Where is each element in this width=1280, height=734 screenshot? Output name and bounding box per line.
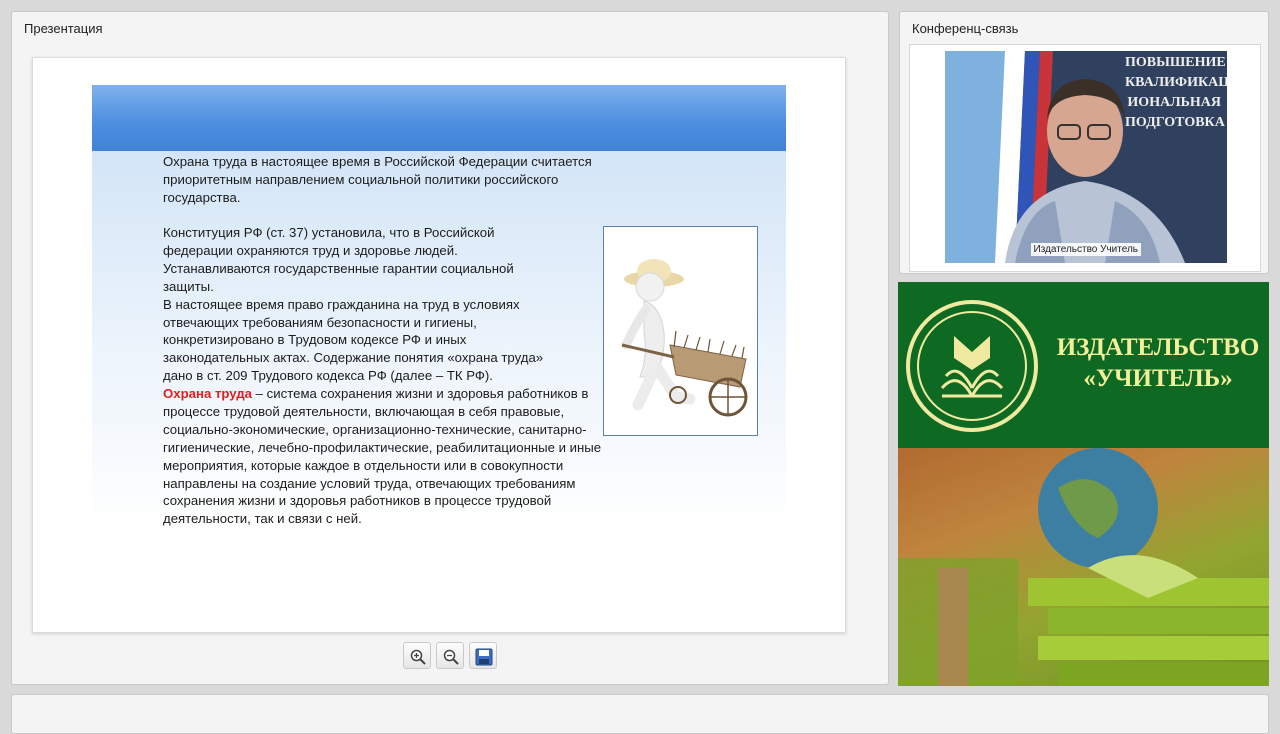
save-button[interactable] <box>469 642 497 669</box>
slide-line: дано в ст. 209 Трудового кодекса РФ (дал… <box>163 368 493 384</box>
publisher-logo-icon <box>906 300 1038 432</box>
slide-viewer[interactable]: Охрана труда в настоящее время в Российс… <box>32 57 846 633</box>
slide-line: защиты. <box>163 278 214 294</box>
publisher-name-line-2: «УЧИТЕЛЬ» <box>1083 365 1233 392</box>
publisher-name: ИЗДАТЕЛЬСТВО «УЧИТЕЛЬ» <box>1043 332 1269 394</box>
speaker-name-label: Издательство Учитель <box>1030 243 1141 256</box>
zoom-in-button[interactable] <box>403 642 431 669</box>
floppy-disk-icon <box>475 648 493 666</box>
slide-line: федерации охраняются труд и здоровье люд… <box>163 242 458 258</box>
presentation-panel-title: Презентация <box>24 21 103 36</box>
backdrop-line: ИОНАЛЬНАЯ <box>1127 95 1221 110</box>
backdrop-line: ПОДГОТОВКА <box>1125 115 1225 130</box>
slide-line: В настоящее время право гражданина на тр… <box>163 296 520 312</box>
zoom-in-icon <box>410 649 426 665</box>
conference-panel: Конференц-связь ПОВЫШЕНИЕ КВАЛИФИКА ИОНА… <box>899 11 1269 274</box>
zoom-out-icon <box>443 649 459 665</box>
video-container[interactable]: ПОВЫШЕНИЕ КВАЛИФИКАЦИИ ИОНАЛЬНАЯ ПОДГОТО… <box>909 44 1261 272</box>
video-backdrop-text: ПОВЫШЕНИЕ КВАЛИФИКАЦИИ ИОНАЛЬНАЯ ПОДГОТО… <box>1125 53 1227 133</box>
slide-line: законодательных актах. Содержание поняти… <box>163 350 544 366</box>
publisher-banner: ИЗДАТЕЛЬСТВО «УЧИТЕЛЬ» <box>898 282 1269 686</box>
publisher-banner-header: ИЗДАТЕЛЬСТВО «УЧИТЕЛЬ» <box>898 282 1269 448</box>
zoom-out-button[interactable] <box>436 642 464 669</box>
presentation-panel: Презентация Охрана труда в настоящее вре… <box>11 11 889 685</box>
books-and-globe-image <box>898 448 1269 686</box>
worker-with-cart-illustration <box>603 226 758 436</box>
worker-cart-icon <box>621 259 748 417</box>
publisher-banner-image <box>898 448 1269 686</box>
definition-term: Охрана труда <box>163 386 252 401</box>
slide: Охрана труда в настоящее время в Российс… <box>92 85 786 585</box>
slide-line: Устанавливаются государственные гарантии… <box>163 260 514 276</box>
publisher-name-line-1: ИЗДАТЕЛЬСТВО <box>1056 334 1260 361</box>
backdrop-line: КВАЛИФИКАЦИИ <box>1125 75 1227 90</box>
speaker-video: ПОВЫШЕНИЕ КВАЛИФИКАЦИИ ИОНАЛЬНАЯ ПОДГОТО… <box>945 51 1227 263</box>
slide-line: Конституция РФ (ст. 37) установила, что … <box>163 225 495 240</box>
slide-toolbar <box>403 642 503 670</box>
bottom-panel <box>11 694 1269 734</box>
slide-paragraph-constitution: Конституция РФ (ст. 37) установила, что … <box>163 224 603 385</box>
definition-text: – система сохранения жизни и здоровья ра… <box>163 386 602 527</box>
slide-line: отвечающих требованиям безопасности и ги… <box>163 314 477 330</box>
conference-panel-title: Конференц-связь <box>912 21 1019 36</box>
slide-header-bar <box>92 85 786 151</box>
slide-line: конкретизировано в Трудовом кодексе РФ и… <box>163 332 467 348</box>
slide-paragraph-definition: Охрана труда – система сохранения жизни … <box>163 385 608 528</box>
backdrop-line: ПОВЫШЕНИЕ <box>1125 55 1226 70</box>
slide-paragraph-intro: Охрана труда в настоящее время в Российс… <box>163 154 592 205</box>
